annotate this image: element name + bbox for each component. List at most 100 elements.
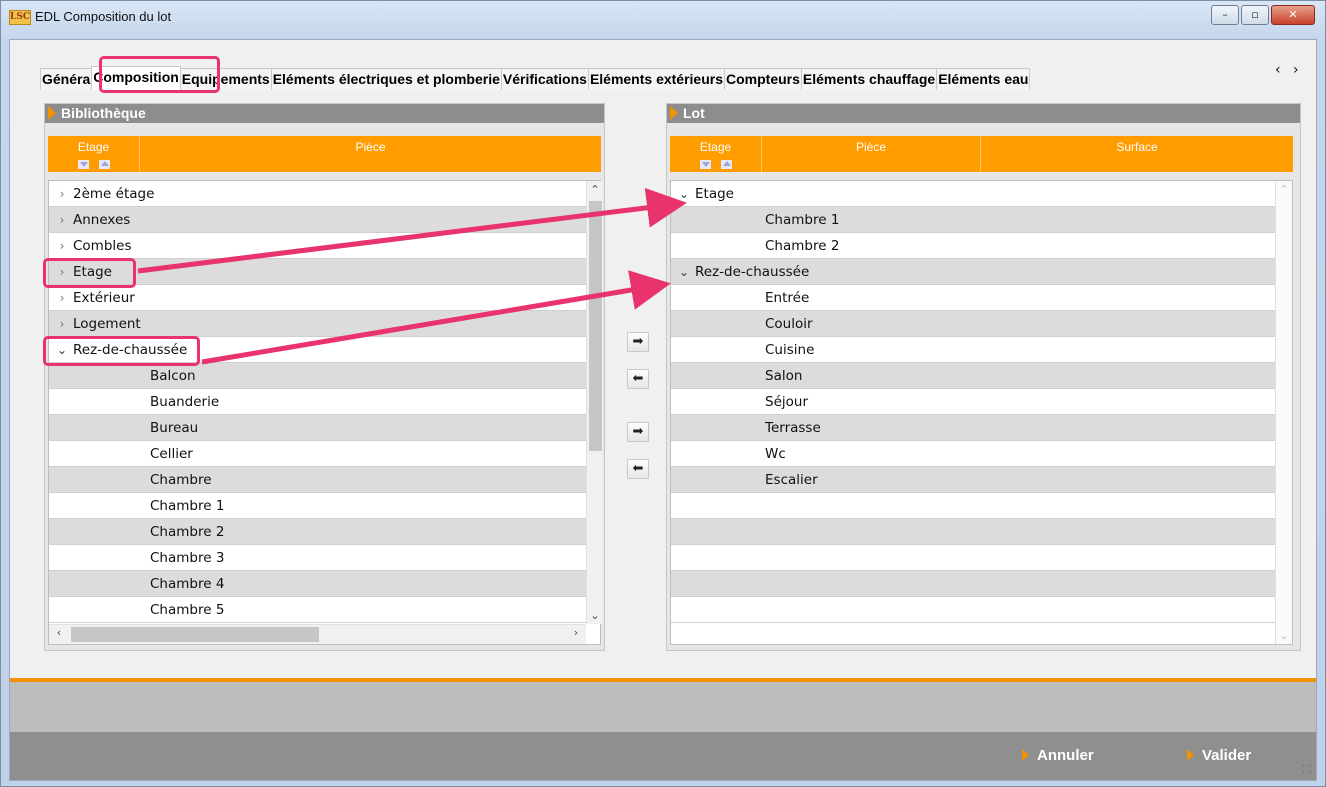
lot-row[interactable] [671,545,1292,571]
library-row[interactable]: Chambre 1 [49,493,600,519]
tab-6[interactable]: Compteurs [724,68,802,90]
lot-row-label: Salon [765,368,803,384]
sort-up-icon[interactable] [720,160,732,169]
library-row[interactable]: ⌄ Rez-de-chaussée [49,337,600,363]
minimize-button[interactable]: – [1211,5,1239,25]
scroll-left-icon[interactable]: ‹ [51,626,67,639]
library-row-label: Chambre 2 [150,524,225,540]
library-hscroll-thumb[interactable] [71,627,319,642]
lot-row[interactable]: ⌄ Etage [671,181,1292,207]
library-row[interactable]: Chambre 2 [49,519,600,545]
lot-row[interactable]: ⌄ Rez-de-chaussée [671,259,1292,285]
lot-row[interactable] [671,493,1292,519]
lot-tree-list[interactable]: ⌄ Etage Chambre 1 Chambre 2 ⌄ Rez-de-chaussée… [670,180,1293,645]
library-row-label: Balcon [150,368,196,384]
lot-col-room[interactable]: Pièce [762,136,981,172]
chevron-right-icon[interactable]: › [55,259,69,285]
cancel-button[interactable]: Annuler [1022,747,1094,764]
sort-down-icon[interactable] [699,160,711,169]
footer-actions [10,732,1316,780]
lot-row[interactable]: Salon [671,363,1292,389]
lot-row[interactable]: Chambre 1 [671,207,1292,233]
lot-row[interactable]: Wc [671,441,1292,467]
library-hscrollbar[interactable]: ‹ › [49,624,586,644]
chevron-down-icon[interactable]: ⌄ [677,259,691,285]
remove-all-button[interactable]: ⬅ [627,459,649,479]
library-row-label: Annexes [73,212,131,228]
library-row[interactable]: Cellier [49,441,600,467]
tab-3[interactable]: Eléments électriques et plomberie [270,68,502,90]
tab-8[interactable]: Eléments eau [936,68,1031,90]
library-row-label: Chambre 3 [150,550,225,566]
remove-room-button[interactable]: ⬅ [627,369,649,389]
chevron-right-icon[interactable]: › [55,311,69,337]
library-vscroll-thumb[interactable] [589,201,602,451]
window-controls: – ▫ ✕ [1211,5,1315,25]
lot-row[interactable]: Séjour [671,389,1292,415]
library-row[interactable]: Bureau [49,415,600,441]
lot-row[interactable] [671,597,1292,623]
library-vscrollbar[interactable]: ⌃ ⌄ [586,181,603,624]
add-all-button[interactable]: ➡ [627,422,649,442]
scroll-right-icon[interactable]: › [568,626,584,639]
footer-upper [10,682,1316,732]
maximize-button[interactable]: ▫ [1241,5,1269,25]
library-row[interactable]: Chambre 5 [49,597,600,623]
library-row[interactable]: Chambre 4 [49,571,600,597]
lot-row[interactable]: Couloir [671,311,1292,337]
library-row[interactable]: › Extérieur [49,285,600,311]
library-col-floor[interactable]: Etage [48,136,140,172]
tab-5[interactable]: Eléments extérieurs [587,68,726,90]
chevron-right-icon[interactable]: › [55,207,69,233]
library-row[interactable]: › Logement [49,311,600,337]
library-row-label: Combles [73,238,132,254]
chevron-down-icon[interactable]: ⌄ [677,181,691,207]
library-row[interactable]: Buanderie [49,389,600,415]
lot-row[interactable]: Entrée [671,285,1292,311]
lot-row[interactable]: Terrasse [671,415,1292,441]
tab-1[interactable]: Composition [91,66,181,90]
library-row-label: Bureau [150,420,199,436]
chevron-right-icon[interactable]: › [55,181,69,207]
lot-col-surface[interactable]: Surface [981,136,1293,172]
lot-row[interactable]: Chambre 2 [671,233,1292,259]
close-button[interactable]: ✕ [1271,5,1315,25]
scroll-up-icon[interactable]: ⌃ [1276,183,1292,196]
library-col-room[interactable]: Pièce [140,136,601,172]
tab-4[interactable]: Vérifications [500,68,589,90]
scroll-down-icon[interactable]: ⌄ [1276,629,1292,642]
lot-vscrollbar[interactable]: ⌃ ⌄ [1275,181,1292,644]
library-tree-list[interactable]: › 2ème étage › Annexes › Combles › Etage › Extéri… [48,180,601,645]
library-row[interactable]: › Etage [49,259,600,285]
library-row[interactable]: › Combles [49,233,600,259]
library-row[interactable]: Balcon [49,363,600,389]
library-row[interactable]: › 2ème étage [49,181,600,207]
validate-button[interactable]: Valider [1187,747,1251,764]
chevron-right-icon[interactable]: › [55,285,69,311]
chevron-right-icon[interactable]: › [55,233,69,259]
resize-grip-icon[interactable]: ⠠⠠ ⠠⠠ [1298,761,1312,777]
lot-col-floor[interactable]: Etage [670,136,762,172]
chevron-down-icon[interactable]: ⌄ [55,337,69,363]
sort-down-icon[interactable] [77,160,89,169]
tab-0[interactable]: Généra [40,68,93,90]
lot-row[interactable] [671,519,1292,545]
tab-scroll-arrows[interactable]: ‹ › [1275,62,1303,78]
lot-row-label: Chambre 2 [765,238,840,254]
lot-row[interactable] [671,571,1292,597]
lot-row[interactable]: Cuisine [671,337,1292,363]
lot-row[interactable]: Escalier [671,467,1292,493]
scroll-down-icon[interactable]: ⌄ [587,609,603,622]
library-row-label: Etage [73,264,112,280]
app-window: LSC EDL Composition du lot – ▫ ✕ Généra C… [0,0,1326,787]
title-bar[interactable]: LSC EDL Composition du lot – ▫ ✕ [1,1,1325,39]
library-row[interactable]: Chambre 3 [49,545,600,571]
add-room-button[interactable]: ➡ [627,332,649,352]
scroll-up-icon[interactable]: ⌃ [587,183,603,196]
library-row[interactable]: › Annexes [49,207,600,233]
tab-2[interactable]: Equipements [179,68,272,90]
library-row[interactable]: Chambre [49,467,600,493]
sort-up-icon[interactable] [98,160,110,169]
panel-arrow-icon [670,106,678,120]
tab-7[interactable]: Eléments chauffage [800,68,938,90]
